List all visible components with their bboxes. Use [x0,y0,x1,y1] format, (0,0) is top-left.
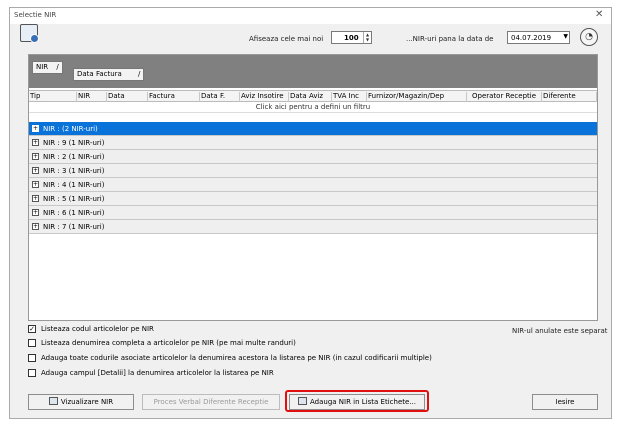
show-last-label: Afiseaza cele mai noi [249,35,324,43]
group-row[interactable]: + NIR : 4 (1 NIR-uri) [29,178,597,192]
group-row-label: NIR : 7 (1 NIR-uri) [43,223,105,231]
col-factura[interactable]: Factura [148,92,200,102]
filter-row[interactable]: Click aici pentru a defini un filtru [29,103,597,113]
title-bar: Selectie NIR ✕ [10,8,611,24]
option-list-article-code[interactable]: ✓ Listeaza codul articolelor pe NIR [28,324,428,335]
col-data-f[interactable]: Data F. [200,92,240,102]
sort-icon: / [56,63,59,71]
option-label: Adauga campul [Detalii] la denumirea art… [41,369,274,377]
group-by-panel: NIR / Data Factura / [29,55,597,88]
expand-icon[interactable]: + [32,153,39,160]
expand-icon[interactable]: + [32,167,39,174]
close-icon[interactable]: ✕ [595,9,603,20]
spinner-arrows-icon[interactable]: ▲ ▼ [363,32,371,43]
checkbox[interactable] [28,354,36,362]
expand-icon[interactable]: + [32,209,39,216]
group-row[interactable]: + NIR : 5 (1 NIR-uri) [29,192,597,206]
group-row-label: NIR : 5 (1 NIR-uri) [43,195,105,203]
date-picker[interactable]: 04.07.2019 ▼ [507,31,570,44]
refresh-button[interactable]: ◔ [580,28,598,46]
view-nir-button[interactable]: Vizualizare NIR [28,394,134,410]
expand-icon[interactable]: + [32,181,39,188]
group-chip-label: NIR [36,63,49,71]
group-chip-data-factura[interactable]: Data Factura / [73,68,145,81]
col-nir[interactable]: NIR [77,92,107,102]
nir-grid: NIR / Data Factura / Tip NIR Data Factur… [28,54,598,321]
group-row-label: NIR : (2 NIR-uri) [43,125,98,133]
checkbox[interactable] [28,369,36,377]
col-aviz-insotire[interactable]: Aviz Insotire [240,92,289,102]
date-prefix-label: ...NIR-uri pana la data de [406,35,494,43]
checkbox[interactable] [28,339,36,347]
group-row-label: NIR : 4 (1 NIR-uri) [43,181,105,189]
document-icon[interactable] [20,24,39,43]
group-row[interactable]: + NIR : 3 (1 NIR-uri) [29,164,597,178]
group-row-label: NIR : 6 (1 NIR-uri) [43,209,105,217]
group-chip-label: Data Factura [77,70,122,78]
group-row[interactable]: + NIR : 6 (1 NIR-uri) [29,206,597,220]
exit-button[interactable]: Iesire [532,394,598,410]
printer-icon [48,397,58,405]
chevron-down-icon[interactable]: ▼ [563,33,568,40]
column-headers: Tip NIR Data Factura Data F. Aviz Insoti… [29,90,597,102]
highlight-box [285,390,429,412]
col-tip[interactable]: Tip [29,92,77,102]
group-row[interactable]: + NIR : 7 (1 NIR-uri) [29,220,597,234]
expand-icon[interactable]: + [32,139,39,146]
option-label: Adauga toate codurile asociate articolel… [41,354,432,362]
col-furnizor[interactable]: Furnizor/Magazin/Dep [367,92,467,102]
expand-icon[interactable]: + [32,223,39,230]
option-full-name[interactable]: Listeaza denumirea completa a articolelo… [28,338,428,349]
window-title: Selectie NIR [14,11,57,19]
count-spinner[interactable]: 100 ▲ ▼ [331,31,372,44]
expand-icon[interactable]: + [32,125,39,132]
group-row-label: NIR : 2 (1 NIR-uri) [43,153,105,161]
count-value[interactable]: 100 [344,34,359,42]
option-associated-codes[interactable]: Adauga toate codurile asociate articolel… [28,353,468,364]
col-tva-inc[interactable]: TVA Inc [332,92,367,102]
status-note: NIR-ul anulate este separat [512,327,608,335]
col-data[interactable]: Data [107,92,148,102]
col-operator-receptie[interactable]: Operator Receptie [467,92,542,102]
group-row-label: NIR : 9 (1 NIR-uri) [43,139,105,147]
date-value[interactable]: 04.07.2019 [511,34,551,42]
col-data-aviz[interactable]: Data Aviz [289,92,332,102]
option-label: Listeaza codul articolelor pe NIR [41,325,154,333]
checkbox-checked[interactable]: ✓ [28,325,36,333]
group-row[interactable]: + NIR : (2 NIR-uri) [29,122,597,136]
option-label: Listeaza denumirea completa a articolelo… [41,339,296,347]
expand-icon[interactable]: + [32,195,39,202]
reception-diff-button[interactable]: Proces Verbal Diferente Receptie [142,394,280,410]
group-row[interactable]: + NIR : 9 (1 NIR-uri) [29,136,597,150]
sort-icon: / [138,70,141,78]
group-chip-nir[interactable]: NIR / [32,61,63,74]
option-details-field[interactable]: Adauga campul [Detalii] la denumirea art… [28,368,428,379]
group-row[interactable]: + NIR : 2 (1 NIR-uri) [29,150,597,164]
view-nir-label: Vizualizare NIR [60,398,114,406]
col-diferente[interactable]: Diferente [542,92,597,102]
group-row-label: NIR : 3 (1 NIR-uri) [43,167,105,175]
